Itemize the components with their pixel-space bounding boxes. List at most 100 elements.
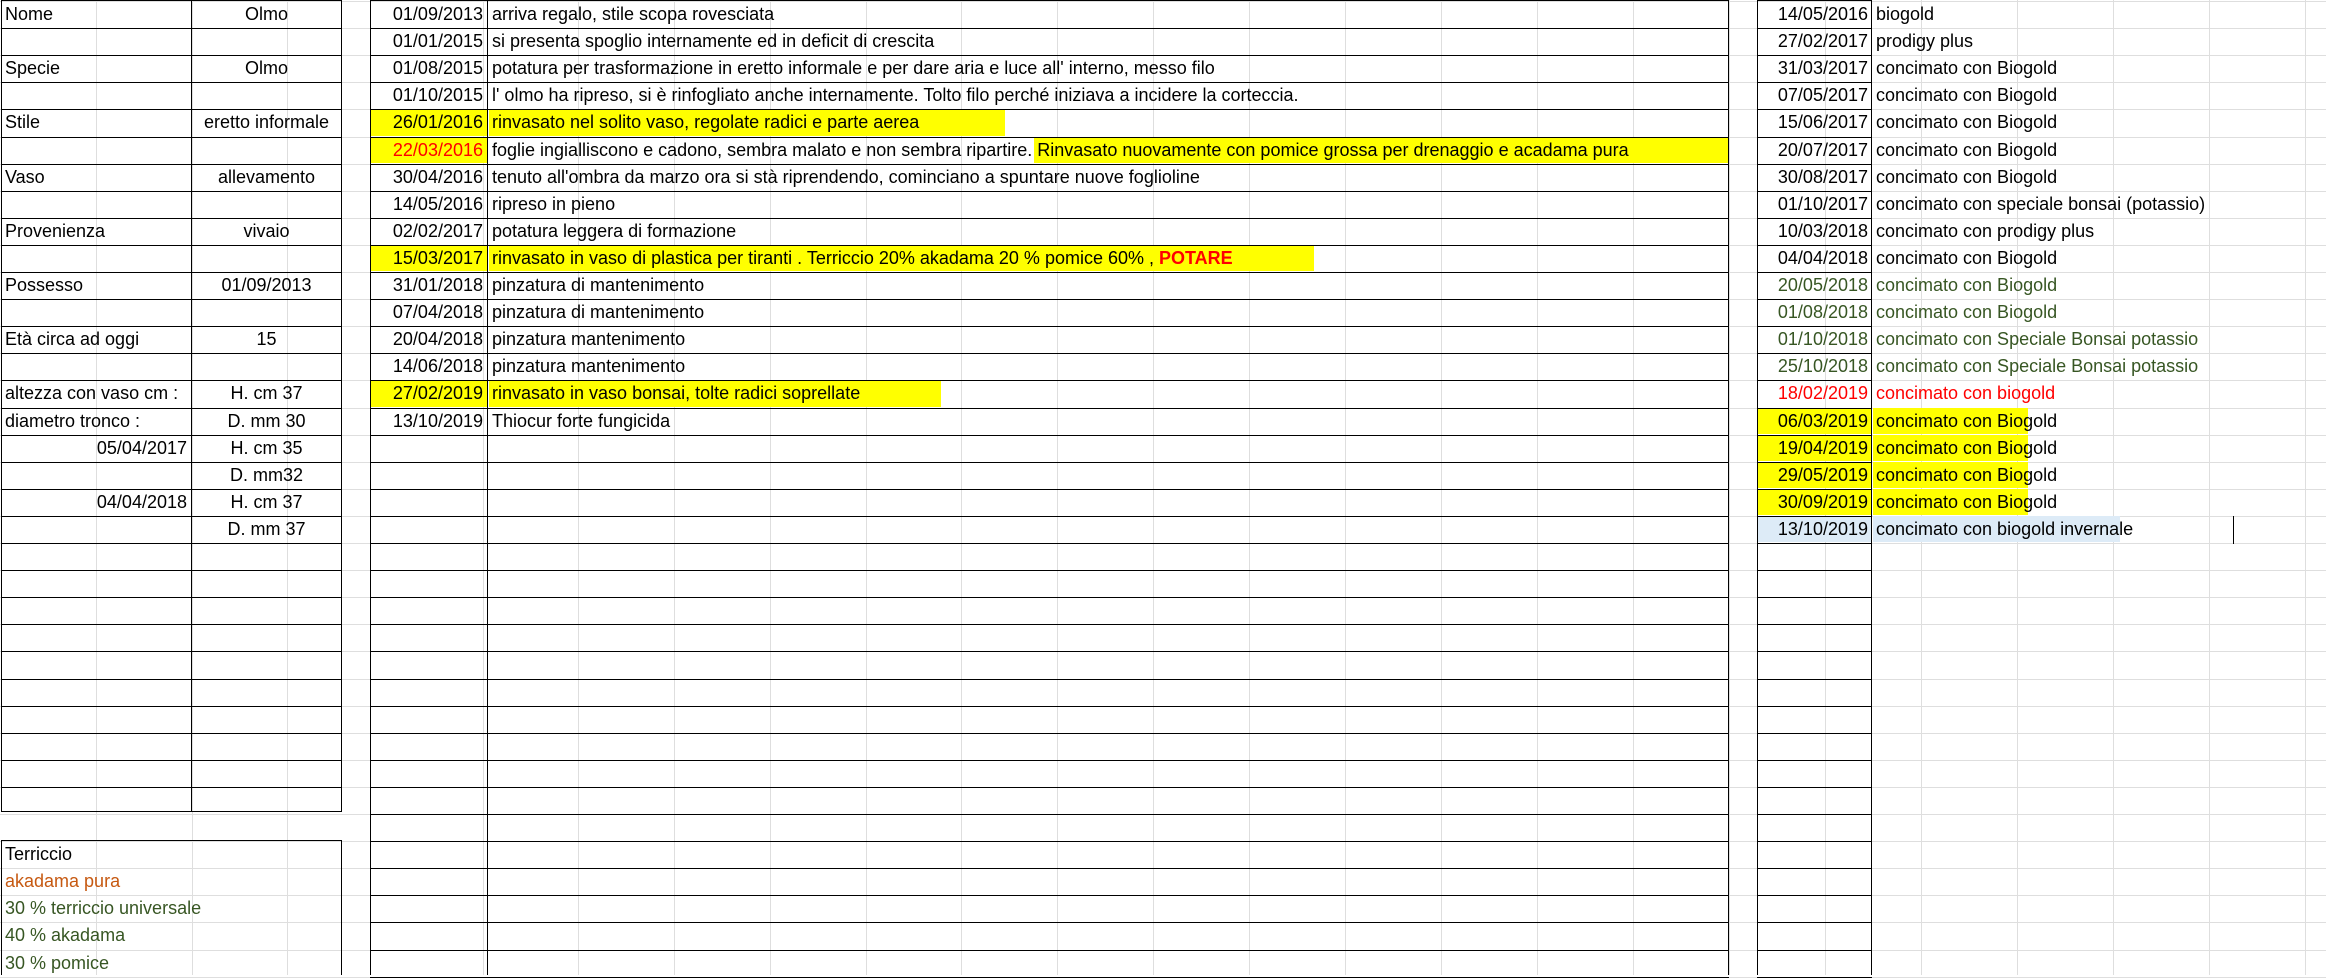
info-value[interactable]: 01/09/2013 [192, 272, 341, 299]
history-date[interactable]: 30/04/2016 [371, 164, 487, 191]
info-value[interactable] [192, 299, 341, 326]
fertilizer-date[interactable]: 29/05/2019 [1758, 462, 1872, 489]
history-date[interactable]: 26/01/2016 [371, 109, 487, 136]
history-note[interactable]: pinzatura di mantenimento [488, 299, 1728, 326]
fertilizer-date[interactable]: 13/10/2019 [1758, 516, 1872, 543]
fertilizer-date[interactable]: 30/09/2019 [1758, 489, 1872, 516]
info-value[interactable]: vivaio [192, 218, 341, 245]
soil-item[interactable]: 40 % akadama [1, 922, 341, 949]
fertilizer-note[interactable]: concimato con Speciale Bonsai potassio [1872, 353, 2292, 380]
history-note[interactable]: ripreso in pieno [488, 191, 1728, 218]
fertilizer-date[interactable]: 19/04/2019 [1758, 435, 1872, 462]
fertilizer-date[interactable]: 14/05/2016 [1758, 1, 1872, 28]
info-value[interactable]: D. mm32 [192, 462, 341, 489]
info-value[interactable] [192, 137, 341, 164]
fertilizer-note[interactable]: concimato con Biogold [1872, 408, 2292, 435]
history-note[interactable]: l' olmo ha ripreso, si è rinfogliato anc… [488, 82, 1728, 109]
fertilizer-date[interactable]: 25/10/2018 [1758, 353, 1872, 380]
fertilizer-date[interactable]: 18/02/2019 [1758, 380, 1872, 407]
info-value[interactable]: H. cm 37 [192, 380, 341, 407]
fertilizer-note[interactable]: concimato con Biogold [1872, 82, 2292, 109]
fertilizer-note[interactable]: biogold [1872, 1, 2292, 28]
fertilizer-note[interactable]: concimato con Biogold [1872, 137, 2292, 164]
fertilizer-date[interactable]: 27/02/2017 [1758, 28, 1872, 55]
info-value[interactable]: D. mm 37 [192, 516, 341, 543]
history-note[interactable]: foglie ingialliscono e cadono, sembra ma… [488, 137, 1728, 164]
fertilizer-date[interactable]: 07/05/2017 [1758, 82, 1872, 109]
history-date[interactable]: 01/01/2015 [371, 28, 487, 55]
history-note[interactable]: pinzatura di mantenimento [488, 272, 1728, 299]
info-label[interactable] [1, 299, 191, 326]
history-note[interactable]: tenuto all'ombra da marzo ora si stà rip… [488, 164, 1728, 191]
info-label[interactable]: 04/04/2018 [1, 489, 191, 516]
info-value[interactable]: D. mm 30 [192, 408, 341, 435]
info-value[interactable] [192, 191, 341, 218]
info-label[interactable] [1, 28, 191, 55]
history-note[interactable]: si presenta spoglio internamente ed in d… [488, 28, 1728, 55]
fertilizer-date[interactable]: 01/08/2018 [1758, 299, 1872, 326]
history-date[interactable]: 14/05/2016 [371, 191, 487, 218]
info-label[interactable] [1, 516, 191, 543]
info-value[interactable]: allevamento [192, 164, 341, 191]
fertilizer-date[interactable]: 01/10/2017 [1758, 191, 1872, 218]
fertilizer-note[interactable]: concimato con Biogold [1872, 489, 2292, 516]
info-label[interactable]: Possesso [1, 272, 191, 299]
info-value[interactable]: eretto informale [192, 109, 341, 136]
fertilizer-note[interactable]: concimato con Biogold [1872, 272, 2292, 299]
info-label[interactable] [1, 462, 191, 489]
history-date[interactable]: 20/04/2018 [371, 326, 487, 353]
history-note[interactable]: potatura per trasformazione in eretto in… [488, 55, 1728, 82]
history-date[interactable]: 22/03/2016 [371, 137, 487, 164]
fertilizer-note[interactable]: concimato con Biogold [1872, 55, 2292, 82]
history-date[interactable]: 01/09/2013 [371, 1, 487, 28]
info-value[interactable]: 15 [192, 326, 341, 353]
history-note[interactable]: rinvasato nel solito vaso, regolate radi… [488, 109, 1728, 136]
history-date[interactable]: 31/01/2018 [371, 272, 487, 299]
info-label[interactable]: 05/04/2017 [1, 435, 191, 462]
info-value[interactable]: Olmo [192, 1, 341, 28]
info-value[interactable]: H. cm 37 [192, 489, 341, 516]
history-date[interactable]: 14/06/2018 [371, 353, 487, 380]
fertilizer-date[interactable]: 20/05/2018 [1758, 272, 1872, 299]
history-note[interactable]: rinvasato in vaso bonsai, tolte radici s… [488, 380, 1728, 407]
info-value[interactable] [192, 245, 341, 272]
history-date[interactable]: 02/02/2017 [371, 218, 487, 245]
history-date[interactable]: 13/10/2019 [371, 408, 487, 435]
info-label[interactable]: Stile [1, 109, 191, 136]
fertilizer-note[interactable]: concimato con biogold [1872, 380, 2292, 407]
history-note[interactable]: potatura leggera di formazione [488, 218, 1728, 245]
history-date[interactable]: 27/02/2019 [371, 380, 487, 407]
fertilizer-date[interactable]: 31/03/2017 [1758, 55, 1872, 82]
fertilizer-note[interactable]: concimato con Biogold [1872, 462, 2292, 489]
history-date[interactable]: 07/04/2018 [371, 299, 487, 326]
history-date[interactable]: 01/08/2015 [371, 55, 487, 82]
fertilizer-date[interactable]: 15/06/2017 [1758, 109, 1872, 136]
info-value[interactable] [192, 82, 341, 109]
fertilizer-note[interactable]: concimato con biogold invernale [1872, 516, 2292, 543]
history-note[interactable]: Thiocur forte fungicida [488, 408, 1728, 435]
info-value[interactable] [192, 353, 341, 380]
info-value[interactable]: Olmo [192, 55, 341, 82]
fertilizer-date[interactable]: 10/03/2018 [1758, 218, 1872, 245]
soil-item[interactable]: akadama pura [1, 868, 341, 895]
fertilizer-note[interactable]: concimato con Biogold [1872, 299, 2292, 326]
info-label[interactable] [1, 137, 191, 164]
fertilizer-date[interactable]: 06/03/2019 [1758, 408, 1872, 435]
history-date[interactable]: 01/10/2015 [371, 82, 487, 109]
history-date[interactable]: 15/03/2017 [371, 245, 487, 272]
info-label[interactable] [1, 82, 191, 109]
fertilizer-note[interactable]: concimato con Biogold [1872, 164, 2292, 191]
soil-item[interactable]: 30 % terriccio universale [1, 895, 341, 922]
fertilizer-note[interactable]: concimato con prodigy plus [1872, 218, 2292, 245]
history-note[interactable]: rinvasato in vaso di plastica per tirant… [488, 245, 1728, 272]
fertilizer-date[interactable]: 30/08/2017 [1758, 164, 1872, 191]
history-note[interactable]: pinzatura mantenimento [488, 326, 1728, 353]
fertilizer-note[interactable]: concimato con Biogold [1872, 109, 2292, 136]
fertilizer-note[interactable]: concimato con Speciale Bonsai potassio [1872, 326, 2292, 353]
info-label[interactable]: Specie [1, 55, 191, 82]
info-value[interactable]: H. cm 35 [192, 435, 341, 462]
info-label[interactable]: Vaso [1, 164, 191, 191]
fertilizer-note[interactable]: concimato con speciale bonsai (potassio) [1872, 191, 2292, 218]
info-label[interactable] [1, 191, 191, 218]
info-label[interactable]: diametro tronco : [1, 408, 191, 435]
